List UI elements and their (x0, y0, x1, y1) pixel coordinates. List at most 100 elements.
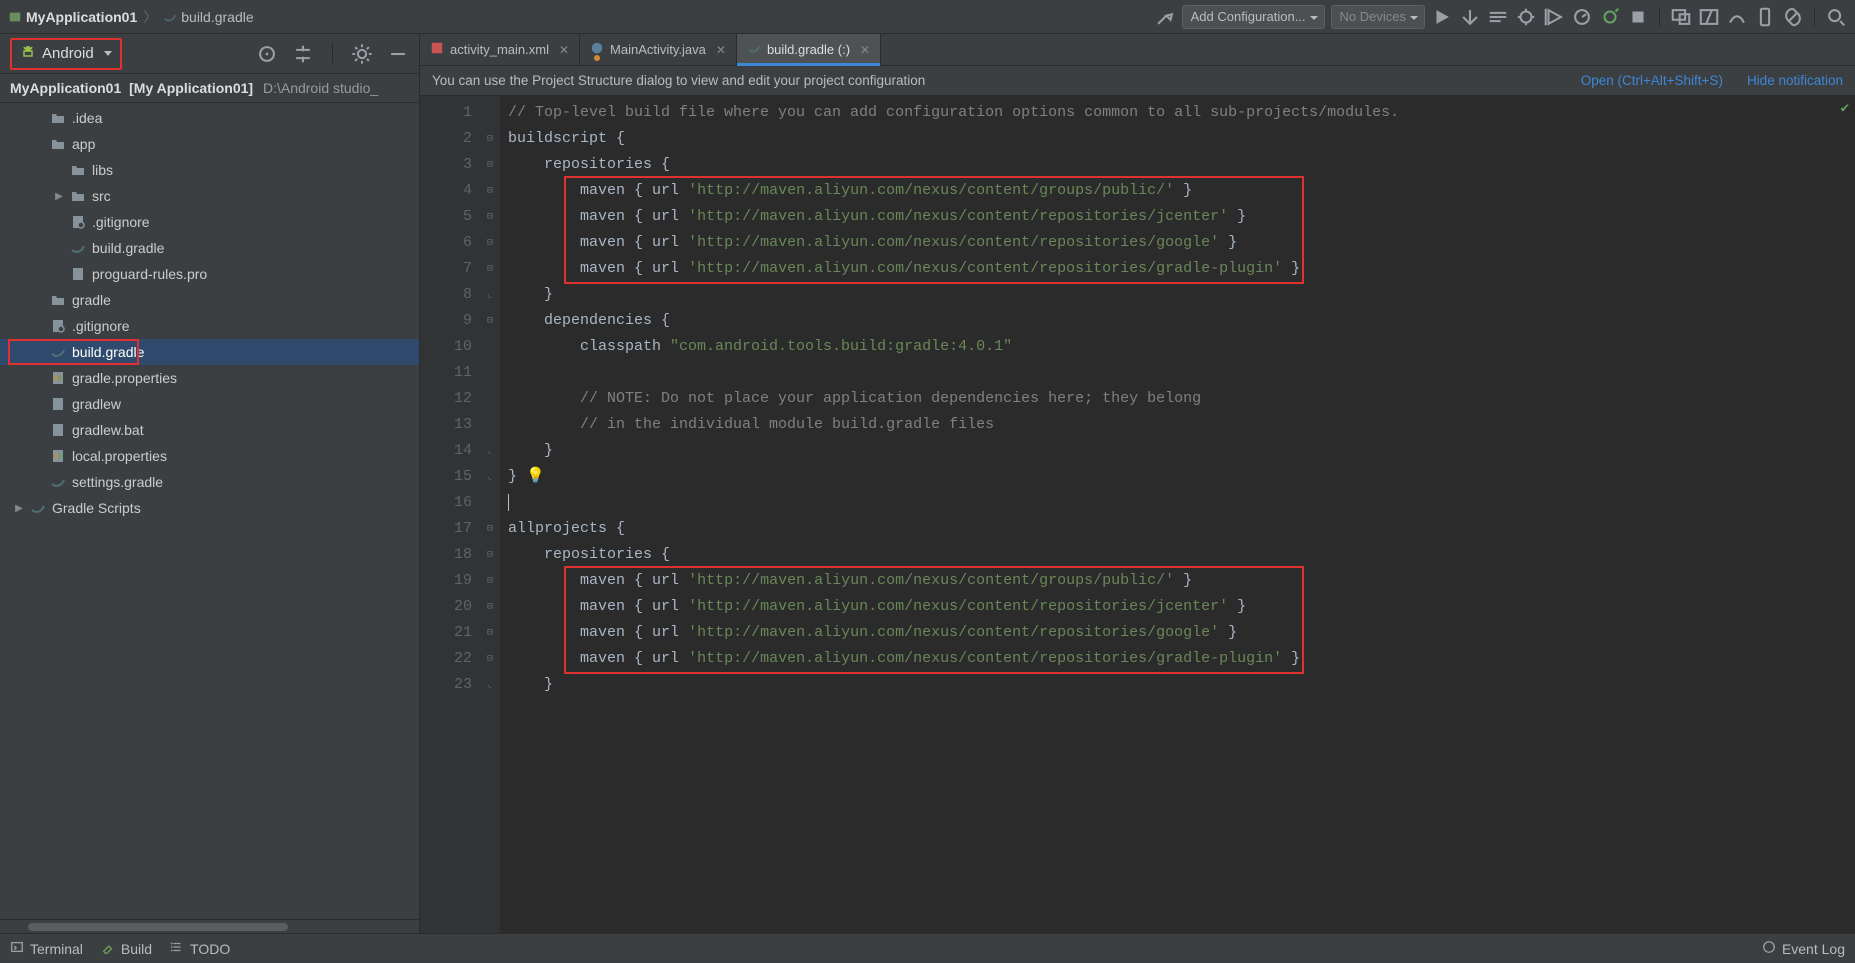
tree-item-label: app (72, 136, 95, 152)
sync-icon[interactable] (1782, 6, 1804, 28)
project-icon (8, 10, 22, 24)
close-icon[interactable]: ✕ (559, 43, 569, 57)
device-manager-icon[interactable] (1754, 6, 1776, 28)
breadcrumb-project[interactable]: MyApplication01 (26, 9, 137, 25)
fold-open-icon[interactable]: ⊟ (484, 653, 496, 665)
caret-down-icon (104, 51, 112, 56)
project-view-combo[interactable]: Android (10, 38, 122, 70)
project-tree[interactable]: .ideaapplibs▶src.gitignorebuild.gradlepr… (0, 103, 419, 919)
tree-item[interactable]: proguard-rules.pro (0, 261, 419, 287)
event-log-icon (1762, 940, 1776, 957)
terminal-label: Terminal (30, 941, 83, 957)
editor-tab[interactable]: build.gradle (:)✕ (737, 34, 881, 65)
fold-open-icon[interactable]: ⊟ (484, 185, 496, 197)
close-icon[interactable]: ✕ (860, 43, 870, 57)
fold-open-icon[interactable]: ⊟ (484, 575, 496, 587)
fold-column[interactable]: ⊟ ⊟ ⊟ ⊟ ⊟ ⊟ ⌞ ⊟ ⌞ ⌞ ⊟ ⊟ ⊟ ⊟ ⊟ ⊟ ⌞ (482, 96, 500, 933)
breadcrumb-file[interactable]: build.gradle (181, 9, 253, 25)
tree-item-label: gradle.properties (72, 370, 177, 386)
fold-close-icon[interactable]: ⌞ (484, 445, 496, 457)
folder-icon (50, 292, 66, 308)
fold-open-icon[interactable]: ⊟ (484, 133, 496, 145)
tree-item[interactable]: gradle (0, 287, 419, 313)
tree-item[interactable]: local.properties (0, 443, 419, 469)
tree-item-label: proguard-rules.pro (92, 266, 207, 282)
terminal-tool-button[interactable]: Terminal (10, 940, 83, 957)
tree-item[interactable]: gradlew (0, 391, 419, 417)
fold-close-icon[interactable]: ⌞ (484, 679, 496, 691)
expand-icon[interactable]: ▶ (54, 191, 64, 202)
tree-item[interactable]: ▶Gradle Scripts (0, 495, 419, 521)
editor-tab[interactable]: activity_main.xml ✕ (420, 34, 580, 65)
fold-open-icon[interactable]: ⊟ (484, 159, 496, 171)
lightbulb-icon[interactable]: 💡 (526, 464, 545, 490)
todo-tool-button[interactable]: TODO (170, 940, 230, 957)
tree-hscrollbar[interactable] (0, 919, 419, 933)
fold-open-icon[interactable]: ⊟ (484, 263, 496, 275)
folder-icon (50, 110, 66, 126)
tree-item-label: settings.gradle (72, 474, 163, 490)
run-icon[interactable] (1431, 6, 1453, 28)
tree-item[interactable]: .gitignore (0, 209, 419, 235)
editor-tab[interactable]: MainActivity.java ✕ (580, 34, 737, 65)
fold-open-icon[interactable]: ⊟ (484, 211, 496, 223)
collapse-icon[interactable] (292, 43, 314, 65)
tree-item[interactable]: gradle.properties (0, 365, 419, 391)
code-editor[interactable]: 1 2 3 4 5 6 7 8 9 10 11 12 13 14 15 16 1… (420, 96, 1855, 933)
tree-item[interactable]: build.gradle (0, 235, 419, 261)
fold-open-icon[interactable]: ⊟ (484, 627, 496, 639)
fold-close-icon[interactable]: ⌞ (484, 471, 496, 483)
tree-item[interactable]: app (0, 131, 419, 157)
fold-open-icon[interactable]: ⊟ (484, 315, 496, 327)
tab-label: activity_main.xml (450, 42, 549, 57)
list-icon (170, 940, 184, 957)
tree-item[interactable]: .idea (0, 105, 419, 131)
run-config-label: Add Configuration... (1191, 9, 1306, 24)
tree-item[interactable]: settings.gradle (0, 469, 419, 495)
fold-open-icon[interactable]: ⊟ (484, 523, 496, 535)
hammer-icon[interactable] (1154, 6, 1176, 28)
avd-manager-icon[interactable] (1670, 6, 1692, 28)
stop-icon[interactable] (1627, 6, 1649, 28)
apply-code-icon[interactable] (1487, 6, 1509, 28)
tree-item[interactable]: ▶src (0, 183, 419, 209)
sdk-manager-icon[interactable] (1698, 6, 1720, 28)
folder-icon (50, 136, 66, 152)
tree-item[interactable]: build.gradle (0, 339, 419, 365)
minimize-icon[interactable] (387, 43, 409, 65)
banner-hide-link[interactable]: Hide notification (1747, 73, 1843, 88)
tree-item[interactable]: gradlew.bat (0, 417, 419, 443)
search-icon[interactable] (1825, 6, 1847, 28)
run-config-combo[interactable]: Add Configuration... (1182, 5, 1325, 29)
locate-icon[interactable] (256, 43, 278, 65)
debug-icon[interactable] (1515, 6, 1537, 28)
fold-close-icon[interactable]: ⌞ (484, 289, 496, 301)
fold-open-icon[interactable]: ⊟ (484, 549, 496, 561)
profile-icon[interactable] (1571, 6, 1593, 28)
gear-icon[interactable] (351, 43, 373, 65)
expand-icon[interactable]: ▶ (14, 503, 24, 514)
tree-item[interactable]: libs (0, 157, 419, 183)
resource-manager-icon[interactable] (1726, 6, 1748, 28)
fold-open-icon[interactable]: ⊟ (484, 601, 496, 613)
project-root-row[interactable]: MyApplication01 [My Application01] D:\An… (0, 74, 419, 103)
code-content[interactable]: // Top-level build file where you can ad… (500, 96, 1855, 933)
attach-debugger-icon[interactable] (1599, 6, 1621, 28)
coverage-icon[interactable] (1543, 6, 1565, 28)
project-root-module: [My Application01] (129, 80, 253, 96)
build-tool-button[interactable]: Build (101, 940, 152, 957)
tree-item-label: gradlew.bat (72, 422, 144, 438)
banner-open-link[interactable]: Open (Ctrl+Alt+Shift+S) (1581, 73, 1723, 88)
git-icon (50, 318, 66, 334)
sh-icon (50, 422, 66, 438)
device-combo[interactable]: No Devices (1331, 5, 1425, 29)
scrollbar-thumb[interactable] (28, 923, 288, 931)
fold-open-icon[interactable]: ⊟ (484, 237, 496, 249)
tree-item-label: gradlew (72, 396, 121, 412)
scripts-icon (30, 500, 46, 516)
tab-label: MainActivity.java (610, 42, 706, 57)
event-log-button[interactable]: Event Log (1762, 940, 1845, 957)
close-icon[interactable]: ✕ (716, 43, 726, 57)
apply-changes-icon[interactable] (1459, 6, 1481, 28)
tree-item[interactable]: .gitignore (0, 313, 419, 339)
